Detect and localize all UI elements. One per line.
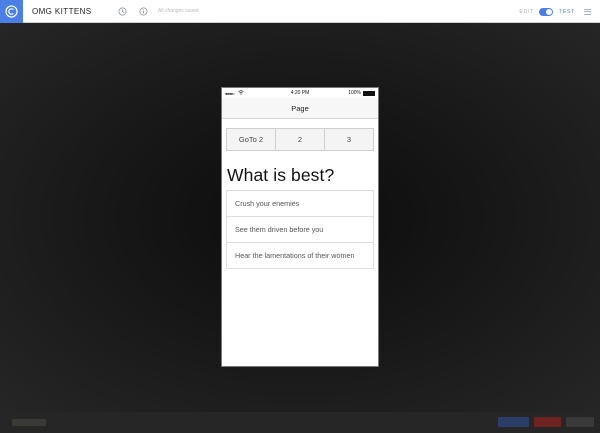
test-mode-label[interactable]: TEST xyxy=(559,9,575,15)
hamburger-menu-icon[interactable] xyxy=(584,8,591,15)
battery-icon xyxy=(363,90,375,96)
project-title[interactable]: OMG KITTENS xyxy=(32,7,104,16)
phone-status-bar: ●●●●○ 4:20 PM 100% xyxy=(222,88,378,98)
answer-list: Crush your enemies See them driven befor… xyxy=(226,190,374,269)
answer-item[interactable]: See them driven before you xyxy=(227,217,373,243)
bottom-grey-button[interactable] xyxy=(566,417,594,427)
bottom-red-button[interactable] xyxy=(534,417,561,427)
history-clock-icon[interactable] xyxy=(117,6,127,16)
segment-2[interactable]: 2 xyxy=(275,129,324,150)
save-status-text: All changes saved xyxy=(158,8,199,14)
top-toolbar: OMG KITTENS All changes saved EDIT TEST xyxy=(0,0,600,23)
bottom-blue-button[interactable] xyxy=(498,417,529,427)
wifi-icon xyxy=(237,89,244,97)
copyright-logo-icon[interactable] xyxy=(0,0,23,23)
bottom-left-tag xyxy=(12,419,46,426)
signal-strength-icon: ●●●●○ xyxy=(225,90,235,96)
edit-mode-label[interactable]: EDIT xyxy=(519,9,534,15)
edit-test-toggle[interactable] xyxy=(539,7,554,16)
bottom-bar xyxy=(0,412,600,433)
answer-item[interactable]: Crush your enemies xyxy=(227,191,373,217)
question-heading: What is best? xyxy=(227,165,335,185)
nav-bar-title: Page xyxy=(222,98,378,119)
battery-percent: 100% xyxy=(348,90,361,96)
segment-goto-2[interactable]: GoTo 2 xyxy=(227,129,275,150)
info-icon[interactable] xyxy=(138,6,148,16)
phone-preview: ●●●●○ 4:20 PM 100% Page GoTo 2 2 3 What … xyxy=(221,87,379,367)
mode-switcher: EDIT TEST xyxy=(519,0,591,23)
segmented-control: GoTo 2 2 3 xyxy=(226,128,374,151)
answer-item[interactable]: Hear the lamentations of their women xyxy=(227,243,373,269)
segment-3[interactable]: 3 xyxy=(324,129,373,150)
toggle-knob xyxy=(546,8,553,15)
